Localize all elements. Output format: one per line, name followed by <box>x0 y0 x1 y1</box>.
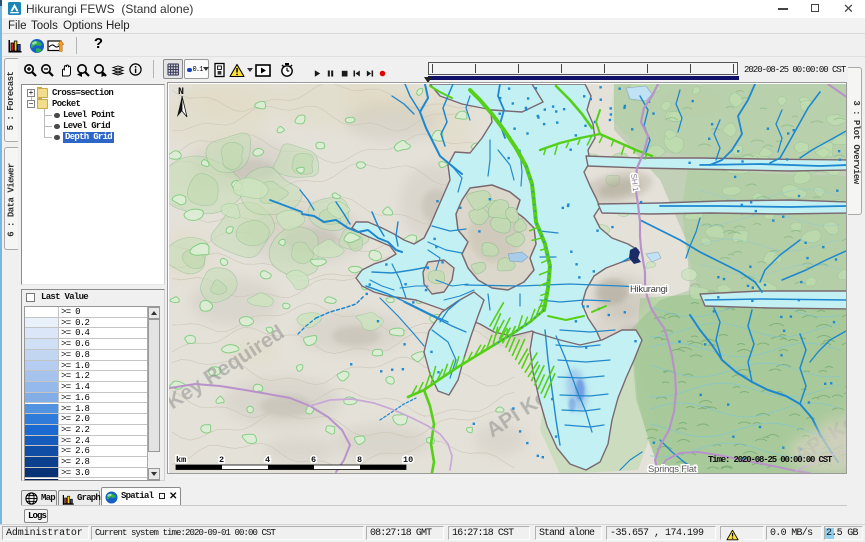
svg-text:4: 4 <box>265 455 270 465</box>
svg-text:8: 8 <box>357 455 362 465</box>
svg-text:10: 10 <box>403 455 413 465</box>
svg-text:Time: 2020-08-25 00:00:00 CST: Time: 2020-08-25 00:00:00 CST <box>708 455 833 465</box>
svg-text:km: km <box>176 455 186 465</box>
svg-text:6: 6 <box>311 455 316 465</box>
svg-text:Hikurangi: Hikurangi <box>630 284 668 295</box>
svg-text:Springs Flat: Springs Flat <box>648 464 697 473</box>
svg-text:2: 2 <box>219 455 224 465</box>
svg-text:N: N <box>178 87 184 98</box>
